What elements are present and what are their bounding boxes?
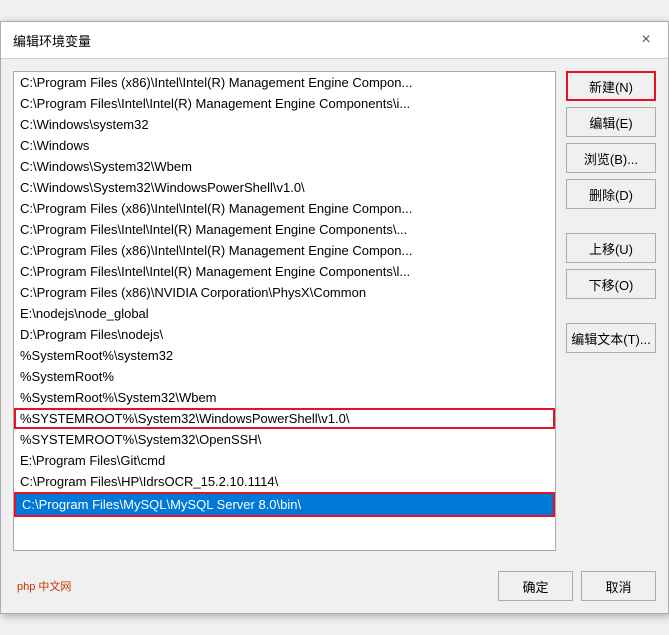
dialog-body: C:\Program Files (x86)\Intel\Intel(R) Ma…	[1, 59, 668, 563]
delete-button[interactable]: 删除(D)	[566, 179, 656, 209]
list-item[interactable]: C:\Windows\System32\WindowsPowerShell\v1…	[14, 177, 555, 198]
list-item[interactable]: D:\Program Files\nodejs\	[14, 324, 555, 345]
list-item[interactable]: %SystemRoot%\system32	[14, 345, 555, 366]
title-bar: 编辑环境变量 ×	[1, 22, 668, 59]
list-item[interactable]: %SystemRoot%\System32\Wbem	[14, 387, 555, 408]
list-item[interactable]: E:\nodejs\node_global	[14, 303, 555, 324]
new-button[interactable]: 新建(N)	[566, 71, 656, 101]
browse-button[interactable]: 浏览(B)...	[566, 143, 656, 173]
edit-env-var-dialog: 编辑环境变量 × C:\Program Files (x86)\Intel\In…	[0, 21, 669, 614]
cancel-button[interactable]: 取消	[581, 571, 656, 601]
list-item[interactable]: C:\Program Files\HP\IdrsOCR_15.2.10.1114…	[14, 471, 555, 492]
list-item[interactable]: C:\Program Files\Intel\Intel(R) Manageme…	[14, 219, 555, 240]
list-item[interactable]: C:\Program Files\Intel\Intel(R) Manageme…	[14, 93, 555, 114]
watermark-text: php 中文网	[13, 578, 71, 594]
list-item[interactable]: C:\Windows\system32	[14, 114, 555, 135]
list-item[interactable]: %SYSTEMROOT%\System32\WindowsPowerShell\…	[14, 408, 555, 429]
list-item[interactable]: C:\Program Files (x86)\Intel\Intel(R) Ma…	[14, 240, 555, 261]
list-item[interactable]: E:\Program Files\Git\cmd	[14, 450, 555, 471]
list-item[interactable]: C:\Windows\System32\Wbem	[14, 156, 555, 177]
edit-button[interactable]: 编辑(E)	[566, 107, 656, 137]
list-item[interactable]: C:\Program Files\Intel\Intel(R) Manageme…	[14, 261, 555, 282]
list-item[interactable]: C:\Windows	[14, 135, 555, 156]
env-var-list[interactable]: C:\Program Files (x86)\Intel\Intel(R) Ma…	[13, 71, 556, 551]
move-down-button[interactable]: 下移(O)	[566, 269, 656, 299]
ok-button[interactable]: 确定	[498, 571, 573, 601]
dialog-title: 编辑环境变量	[13, 31, 91, 50]
buttons-panel: 新建(N) 编辑(E) 浏览(B)... 删除(D) 上移(U) 下移(O) 编…	[566, 71, 656, 551]
list-item[interactable]: C:\Program Files (x86)\NVIDIA Corporatio…	[14, 282, 555, 303]
list-item[interactable]: C:\Program Files\MySQL\MySQL Server 8.0\…	[14, 492, 555, 517]
close-button[interactable]: ×	[636, 30, 656, 50]
edit-text-button[interactable]: 编辑文本(T)...	[566, 323, 656, 353]
list-item[interactable]: C:\Program Files (x86)\Intel\Intel(R) Ma…	[14, 72, 555, 93]
move-up-button[interactable]: 上移(U)	[566, 233, 656, 263]
list-item[interactable]: %SYSTEMROOT%\System32\OpenSSH\	[14, 429, 555, 450]
list-item[interactable]: %SystemRoot%	[14, 366, 555, 387]
list-item[interactable]: C:\Program Files (x86)\Intel\Intel(R) Ma…	[14, 198, 555, 219]
dialog-footer: php 中文网 确定 取消	[1, 563, 668, 613]
